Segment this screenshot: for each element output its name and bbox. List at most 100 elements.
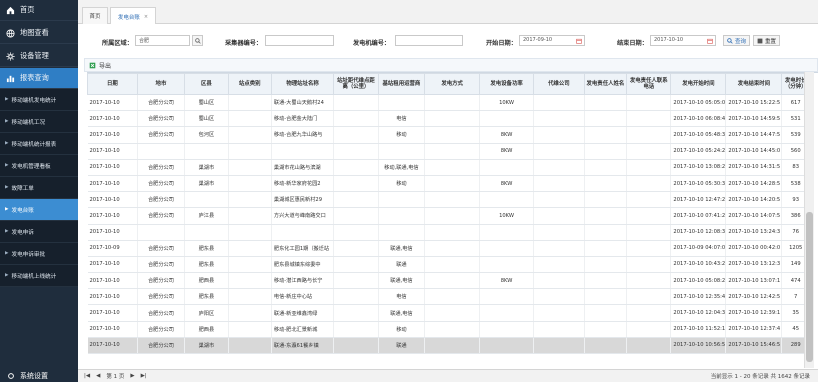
table-cell — [333, 159, 379, 176]
table-cell: 2017-10-10 — [87, 175, 138, 193]
last-page-button[interactable]: ▶| — [141, 373, 147, 379]
sidebar-subitem-label: 发电申诉 — [11, 229, 34, 236]
column-header[interactable]: 发电设备功率 — [479, 73, 535, 95]
table-cell — [424, 159, 481, 176]
grid-toolbar: 导出 — [84, 58, 818, 72]
sidebar-subitem-appeal[interactable]: ▶ 发电申诉 — [0, 221, 78, 243]
table-row[interactable]: 2017-10-10 2017-10-10 12:08:3 2017-10-10 1… — [87, 224, 810, 241]
sidebar-item-devices[interactable]: 设备管理 — [0, 46, 78, 67]
column-header[interactable]: 地市 — [136, 73, 186, 95]
chevron-right-icon: ▶ — [5, 251, 9, 256]
sidebar-subitem-fault-tickets[interactable]: ▶ 故障工单 — [0, 177, 78, 199]
table-cell — [333, 94, 379, 112]
column-header[interactable]: 区县 — [184, 73, 229, 95]
table-cell — [533, 159, 585, 176]
column-header[interactable]: 基站租用运营商 — [377, 73, 426, 95]
table-cell: 移动 — [378, 175, 426, 193]
search-icon — [194, 37, 201, 44]
sidebar-subitem-label: 发电台账 — [11, 207, 34, 214]
generator-input[interactable] — [395, 35, 463, 46]
tab-home[interactable]: 首页 — [82, 7, 108, 24]
table-cell: 2017-10-10 — [87, 288, 138, 306]
table-row[interactable]: 2017-10-09 合肥分公司 肥东县 肥东化工园1期（搬迁站 联通,电信 2017-1… — [87, 240, 810, 257]
export-button[interactable]: 导出 — [99, 61, 111, 70]
calendar-icon[interactable] — [576, 38, 582, 44]
close-icon[interactable]: × — [144, 14, 148, 20]
column-header[interactable]: 发电结束时间 — [725, 73, 783, 95]
table-cell — [333, 191, 379, 209]
table-row[interactable]: 2017-10-10 合肥分公司 巢湖市 联通-东瀛61餐乡镇 联通 2017-10-10… — [87, 337, 810, 355]
sidebar-item-map[interactable]: 地图查看 — [0, 23, 78, 44]
table-row[interactable]: 2017-10-10 合肥分公司 肥西县 移动-肥北汇景新城 移动 2017-10-10 … — [87, 321, 810, 338]
table-cell: 巢湖市 — [184, 337, 229, 355]
sidebar-subitem-stats-report[interactable]: ▶ 移动端机统计报表 — [0, 133, 78, 155]
region-input[interactable] — [135, 35, 190, 46]
column-header[interactable]: 站址距代维点距离（公里） — [333, 73, 379, 95]
table-row[interactable]: 2017-10-10 合肥分公司 肥西县 移动-潜江西路与长宁 联通,电信 8KW 2017… — [87, 272, 810, 290]
table-cell: 联通,电信 — [378, 304, 426, 322]
table-row[interactable]: 2017-10-10 合肥分公司 肥东县 肥东县城镇东综委中 联通 2017-10-10 … — [87, 256, 810, 274]
sidebar-subitem-appeal-approval[interactable]: ▶ 发电申诉审批 — [0, 243, 78, 265]
column-header[interactable]: 站点类别 — [227, 73, 272, 95]
column-header[interactable]: 发电责任人联系电话 — [626, 73, 672, 95]
table-row[interactable]: 2017-10-10 合肥分公司 肥东县 电信-新庄中心站 电信 2017-10-10 1… — [87, 288, 810, 306]
column-header[interactable]: 发电方式 — [424, 73, 481, 95]
collector-input[interactable] — [265, 35, 334, 46]
table-cell — [626, 94, 672, 112]
table-row[interactable]: 2017-10-10 合肥分公司 庐阳区 联通-新亚维鑫湾绿 联通,电信 2017-10-… — [87, 304, 810, 322]
column-header[interactable]: 物理站址名称 — [270, 73, 335, 95]
region-search-button[interactable] — [192, 35, 203, 46]
table-cell: 巢湖市 — [184, 175, 229, 193]
reset-icon — [757, 38, 763, 43]
calendar-icon[interactable] — [707, 38, 713, 44]
table-cell — [479, 110, 535, 128]
table-cell — [333, 110, 379, 128]
column-header[interactable]: 发电责任人姓名 — [583, 73, 628, 95]
sidebar-subitem-generator-stats[interactable]: ▶ 移动端机发电统计 — [0, 89, 78, 111]
end-date-input[interactable]: 2017-10-10 — [650, 35, 716, 46]
table-cell: 2017-10-09 04:07:0 — [670, 240, 727, 257]
sidebar-subitem-generator-status[interactable]: ▶ 移动端机工况 — [0, 111, 78, 133]
table-cell — [533, 94, 585, 112]
table-row[interactable]: 2017-10-10 合肥分公司 蜀山区 联通-大蜀山天鹅村24 10KW 2017-10… — [87, 94, 810, 112]
sidebar-subitem-online-stats[interactable]: ▶ 移动端机上线统计 — [0, 265, 78, 287]
table-cell — [228, 191, 272, 209]
sidebar-item-home[interactable]: 首页 — [0, 0, 78, 21]
table-cell — [626, 126, 672, 144]
table-cell — [378, 94, 426, 112]
table-cell: 包河区 — [184, 126, 229, 144]
table-cell: 2017-10-10 12:04:3 — [670, 304, 727, 322]
sidebar-subitem-power-ledger[interactable]: ▶ 发电台账 — [0, 199, 78, 221]
table-cell: 方兴大道与峰南路交口 — [271, 207, 335, 225]
sidebar-item-label: 系统设置 — [20, 371, 48, 380]
table-row[interactable]: 2017-10-10 合肥分公司 巢湖城区惠民新村29 2017-10-10 12:4… — [87, 191, 810, 209]
table-cell: 合肥分公司 — [137, 288, 186, 306]
sidebar-item-settings[interactable]: 系统设置 — [0, 369, 78, 382]
reset-button[interactable]: 重置 — [753, 35, 780, 46]
search-button[interactable]: 查询 — [723, 35, 750, 46]
vertical-scrollbar[interactable] — [804, 72, 814, 368]
table-row[interactable]: 2017-10-10 合肥分公司 庐江县 方兴大道与峰南路交口 10KW 2017-10-… — [87, 207, 810, 225]
table-cell: 移动 — [378, 126, 426, 144]
start-date-input[interactable]: 2017-09-10 — [519, 35, 585, 46]
table-cell — [228, 256, 272, 274]
table-row[interactable]: 2017-10-10 合肥分公司 蜀山区 移动-合肥金大陆门 电信 2017-10-10 … — [87, 110, 810, 128]
column-header[interactable]: 发电开始时间 — [670, 73, 727, 95]
table-row[interactable]: 2017-10-10 合肥分公司 巢湖市 移动-新华家府花园2 移动 8KW 2017-10… — [87, 175, 810, 193]
tab-power-ledger[interactable]: 发电台账 × — [110, 7, 156, 25]
table-row[interactable]: 2017-10-10 合肥分公司 包河区 移动-合肥九华山路与 移动 8KW 2017-10… — [87, 126, 810, 144]
table-row[interactable]: 2017-10-10 合肥分公司 巢湖市 巢湖市花山路与滨湖 移动,联通,电信 2017-… — [87, 159, 810, 176]
sidebar-item-reports[interactable]: 报表查询 — [0, 68, 78, 89]
first-page-button[interactable]: |◀ — [84, 373, 90, 379]
column-header[interactable]: 代维公司 — [533, 73, 585, 95]
table-cell: 2017-10-10 14:45:0 — [725, 143, 783, 160]
table-cell — [584, 272, 628, 290]
column-header[interactable]: 日期 — [87, 73, 138, 95]
table-cell — [533, 207, 585, 225]
scrollbar-thumb[interactable] — [806, 212, 813, 362]
table-cell — [626, 288, 672, 306]
sidebar-subitem-dashboard[interactable]: ▶ 发电机管理看板 — [0, 155, 78, 177]
table-row[interactable]: 2017-10-10 8KW 2017-10-10 05:24:2 2017-10-1… — [87, 143, 810, 160]
prev-page-button[interactable]: ◀ — [96, 373, 100, 379]
next-page-button[interactable]: ▶ — [130, 373, 134, 379]
